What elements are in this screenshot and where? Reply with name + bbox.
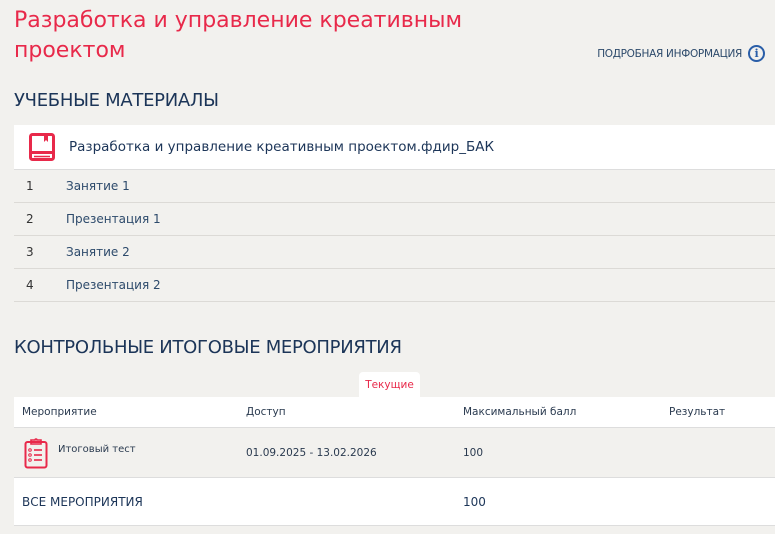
col-max: Максимальный балл [463,406,577,418]
course-title: Разработка и управление креативным проек… [69,139,495,155]
event-max: 100 [463,446,484,459]
material-link[interactable]: Занятие 1 [66,179,130,193]
total-label: ВСЕ МЕРОПРИЯТИЯ [22,494,143,509]
page-title: Разработка и управление креативным проек… [14,8,463,63]
events-heading: КОНТРОЛЬНЫЕ ИТОГОВЫЕ МЕРОПРИЯТИЯ [14,337,402,358]
book-icon [29,133,55,161]
list-item: 1 Занятие 1 [14,170,775,203]
events-table: Мероприятие Доступ Максимальный балл Рез… [14,397,775,526]
item-number: 4 [26,278,34,292]
materials-list: 1 Занятие 1 2 Презентация 1 3 Занятие 2 4 Пр… [14,170,775,302]
clipboard-icon [24,437,48,468]
table-header: Мероприятие Доступ Максимальный балл Рез… [14,397,775,428]
item-number: 1 [26,179,34,193]
col-result: Результат [669,406,726,418]
event-access: 01.09.2025 - 13.02.2026 [246,446,377,459]
table-row[interactable]: Итоговый тест 01.09.2025 - 13.02.2026 10… [14,428,775,478]
materials-heading: УЧЕБНЫЕ МАТЕРИАЛЫ [14,90,219,111]
item-number: 2 [26,212,34,226]
col-event: Мероприятие [22,406,97,418]
material-link[interactable]: Презентация 2 [66,278,161,292]
item-number: 3 [26,245,34,259]
material-link[interactable]: Презентация 1 [66,212,161,226]
list-item: 4 Презентация 2 [14,269,775,302]
total-max: 100 [463,494,486,509]
more-info-link[interactable]: ПОДРОБНАЯ ИНФОРМАЦИЯ i [597,45,765,62]
more-info-label: ПОДРОБНАЯ ИНФОРМАЦИЯ [597,47,742,60]
list-item: 3 Занятие 2 [14,236,775,269]
list-item: 2 Презентация 1 [14,203,775,236]
table-total-row: ВСЕ МЕРОПРИЯТИЯ 100 [14,478,775,526]
course-card: Разработка и управление креативным проек… [14,125,775,170]
event-name[interactable]: Итоговый тест [58,444,136,455]
tab-current[interactable]: Текущие [359,372,420,397]
info-icon: i [748,45,765,62]
col-access: Доступ [246,406,286,418]
material-link[interactable]: Занятие 2 [66,245,130,259]
